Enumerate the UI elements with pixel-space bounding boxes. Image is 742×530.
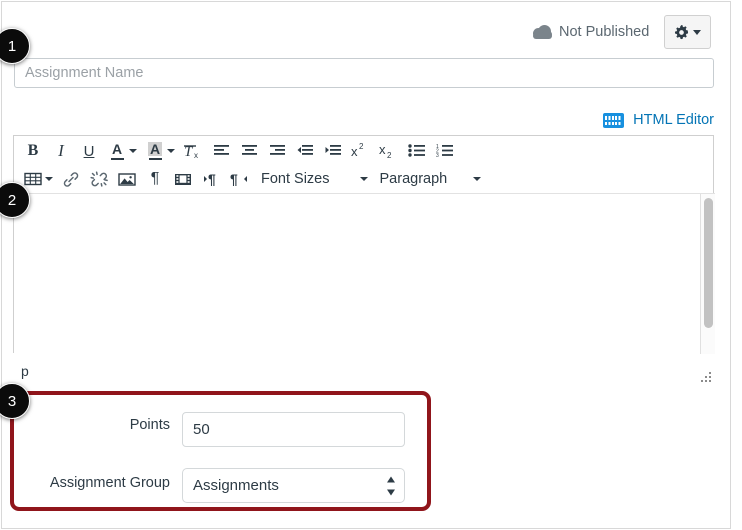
bulleted-list-button[interactable] [403,138,431,164]
show-blocks-button[interactable]: ¶ [141,166,169,192]
align-center-button[interactable] [235,138,263,164]
chevron-down-icon [693,29,701,35]
text-color-button[interactable]: A [103,138,131,164]
insert-link-button[interactable] [57,166,85,192]
svg-text:3: 3 [436,153,439,158]
align-right-button[interactable] [263,138,291,164]
svg-text:2: 2 [387,151,392,160]
settings-menu-button[interactable] [664,15,711,49]
publish-status: Not Published [533,22,649,42]
publish-status-label: Not Published [559,24,650,40]
editor-content-area[interactable] [14,193,715,354]
assignment-name-input[interactable] [14,58,714,88]
svg-text:¶: ¶ [230,171,238,187]
svg-text:x: x [351,144,358,159]
outdent-button[interactable] [291,138,319,164]
editor-toolbar: B I U A A T x x 2 x 2 1 2 3 ¶ ¶ ¶ Font S… [14,136,713,193]
insert-media-button[interactable] [169,166,197,192]
assignment-group-label: Assignment Group [49,475,170,491]
editor-toolbar-row-2: ¶ ¶ ¶ Font Sizes Paragraph [14,165,713,193]
svg-text:2: 2 [359,142,364,151]
underline-button[interactable]: U [75,138,103,164]
assignment-group-select[interactable]: Assignments [182,468,405,503]
clear-formatting-button[interactable]: T x [179,138,207,164]
editor-element-path: p [21,363,29,379]
unlink-button[interactable] [85,166,113,192]
ltr-button[interactable]: ¶ [197,166,225,192]
svg-text:x: x [379,142,386,157]
numbered-list-button[interactable]: 1 2 3 [431,138,459,164]
cloud-icon [533,25,552,39]
assignment-create-page: Not Published HTML Editor B I U A [0,0,742,530]
indent-button[interactable] [319,138,347,164]
points-label: Points [129,417,170,433]
html-editor-link[interactable]: HTML Editor [633,112,714,128]
resize-grip-icon[interactable] [699,372,713,385]
superscript-button[interactable]: x 2 [347,138,375,164]
svg-text:¶: ¶ [208,171,216,187]
paragraph-dropdown-label[interactable]: Paragraph [372,171,452,187]
svg-text:x: x [194,151,198,160]
font-sizes-chevron-down-icon[interactable] [359,177,368,181]
editor-scrollbar-thumb[interactable] [704,198,713,328]
paragraph-chevron-down-icon[interactable] [473,177,482,181]
assignment-group-select-wrap[interactable]: Assignments [182,468,405,503]
points-input[interactable] [182,412,405,447]
rtl-button[interactable]: ¶ [225,166,253,192]
rich-content-editor: B I U A A T x x 2 x 2 1 2 3 ¶ ¶ ¶ Font S… [13,135,715,354]
align-left-button[interactable] [207,138,235,164]
bold-button[interactable]: B [19,138,47,164]
html-editor-toggle[interactable]: HTML Editor [603,112,714,128]
highlight-color-button[interactable]: A [141,138,169,164]
editor-toolbar-row-1: B I U A A T x x 2 x 2 1 2 3 [14,137,713,165]
insert-image-button[interactable] [113,166,141,192]
editor-vertical-scrollbar[interactable] [700,194,715,354]
italic-button[interactable]: I [47,138,75,164]
font-sizes-dropdown-label[interactable]: Font Sizes [253,171,334,187]
gear-icon [674,24,689,40]
keyboard-icon [603,112,625,128]
subscript-button[interactable]: x 2 [375,138,403,164]
